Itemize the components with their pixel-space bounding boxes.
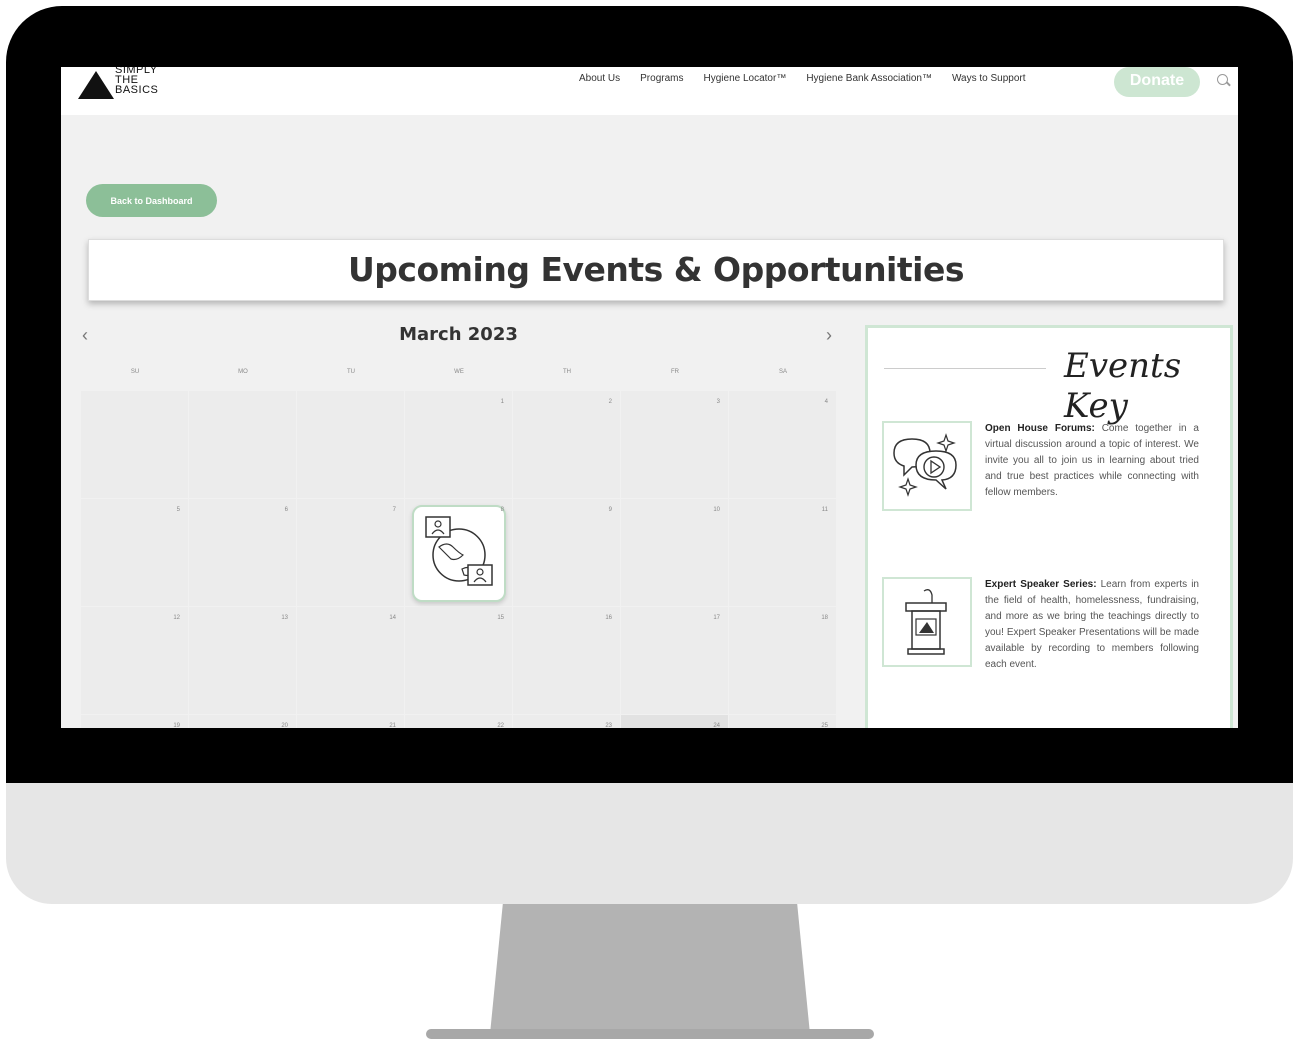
calendar-day[interactable] bbox=[189, 391, 296, 498]
weekday-label: SU bbox=[130, 369, 140, 375]
calendar-day[interactable]: 2 bbox=[513, 391, 620, 498]
calendar-day[interactable] bbox=[297, 391, 404, 498]
search-icon[interactable] bbox=[1217, 74, 1228, 85]
calendar-day[interactable]: 7 bbox=[297, 499, 404, 606]
calendar-month-label: March 2023 bbox=[399, 324, 518, 345]
calendar-day[interactable]: 23 bbox=[513, 715, 620, 728]
events-key-panel: Events Key Open House Forums: Come toget… bbox=[865, 325, 1233, 728]
calendar-grid: 1 2 3 4 5 6 7 8 9 10 11 12 13 14 15 16 1… bbox=[81, 391, 837, 728]
calendar-day[interactable]: 9 bbox=[513, 499, 620, 606]
monitor-stand-base bbox=[426, 1029, 874, 1039]
page-title-box: Upcoming Events & Opportunities bbox=[88, 239, 1224, 301]
events-key-title: Events Key bbox=[1064, 346, 1182, 426]
calendar-day[interactable]: 18 bbox=[729, 607, 836, 714]
calendar-day[interactable]: 6 bbox=[189, 499, 296, 606]
monitor-stand bbox=[490, 904, 810, 1034]
page-title: Upcoming Events & Opportunities bbox=[348, 250, 964, 289]
calendar-day[interactable]: 19 bbox=[81, 715, 188, 728]
open-house-forum-description: Open House Forums: Come together in a vi… bbox=[985, 423, 1199, 498]
main-nav: About Us Programs Hygiene Locator™ Hygie… bbox=[579, 73, 1026, 84]
calendar-day[interactable]: 4 bbox=[729, 391, 836, 498]
monitor-chin bbox=[6, 783, 1293, 904]
prev-month-chevron-icon[interactable]: ‹ bbox=[82, 325, 88, 346]
nav-hygiene-bank-association[interactable]: Hygiene Bank Association™ bbox=[806, 73, 932, 84]
calendar-day[interactable]: 5 bbox=[81, 499, 188, 606]
calendar-day[interactable]: 16 bbox=[513, 607, 620, 714]
weekday-label: SA bbox=[778, 369, 787, 375]
nav-hygiene-locator[interactable]: Hygiene Locator™ bbox=[704, 73, 787, 84]
calendar-day[interactable]: 3 bbox=[621, 391, 728, 498]
calendar-weekdays: SU MO TU WE TH FR SA bbox=[81, 369, 837, 375]
calendar-day[interactable]: 1 bbox=[405, 391, 512, 498]
calendar-day[interactable] bbox=[81, 391, 188, 498]
screen: SIMPLY THE BASICS About Us Programs Hygi… bbox=[61, 67, 1238, 728]
calendar-day[interactable]: 20 bbox=[189, 715, 296, 728]
nav-about-us[interactable]: About Us bbox=[579, 73, 620, 84]
calendar-day[interactable]: 21 bbox=[297, 715, 404, 728]
globe-people-icon bbox=[425, 516, 493, 586]
open-house-forum-event[interactable] bbox=[412, 505, 506, 602]
divider bbox=[884, 368, 1046, 369]
calendar-day[interactable]: 11 bbox=[729, 499, 836, 606]
calendar-day[interactable]: 14 bbox=[297, 607, 404, 714]
open-house-forum-icon bbox=[882, 421, 972, 511]
weekday-label: MO bbox=[238, 369, 248, 375]
calendar-day[interactable]: 17 bbox=[621, 607, 728, 714]
calendar-day[interactable]: 24 bbox=[621, 715, 728, 728]
calendar-day[interactable]: 15 bbox=[405, 607, 512, 714]
weekday-label: TU bbox=[347, 369, 355, 375]
weekday-label: FR bbox=[671, 369, 679, 375]
calendar-day[interactable]: 13 bbox=[189, 607, 296, 714]
calendar-day[interactable]: 25 bbox=[729, 715, 836, 728]
expert-speaker-description: Expert Speaker Series: Learn from expert… bbox=[985, 579, 1199, 670]
back-to-dashboard-button[interactable]: Back to Dashboard bbox=[86, 184, 217, 217]
calendar-day[interactable]: 10 bbox=[621, 499, 728, 606]
nav-ways-to-support[interactable]: Ways to Support bbox=[952, 73, 1026, 84]
expert-speaker-podium-icon bbox=[882, 577, 972, 667]
calendar-day[interactable]: 12 bbox=[81, 607, 188, 714]
site-logo[interactable]: SIMPLY THE BASICS bbox=[78, 67, 188, 103]
donate-button[interactable]: Donate bbox=[1114, 67, 1200, 97]
weekday-label: WE bbox=[454, 369, 464, 375]
calendar-day[interactable]: 22 bbox=[405, 715, 512, 728]
weekday-label: TH bbox=[563, 369, 571, 375]
nav-programs[interactable]: Programs bbox=[640, 73, 683, 84]
logo-text: SIMPLY THE BASICS bbox=[115, 67, 159, 96]
calendar-day-with-event[interactable]: 8 bbox=[405, 499, 512, 606]
logo-mark-icon bbox=[78, 71, 114, 99]
site-header: SIMPLY THE BASICS About Us Programs Hygi… bbox=[61, 67, 1238, 115]
next-month-chevron-icon[interactable]: › bbox=[826, 325, 832, 346]
